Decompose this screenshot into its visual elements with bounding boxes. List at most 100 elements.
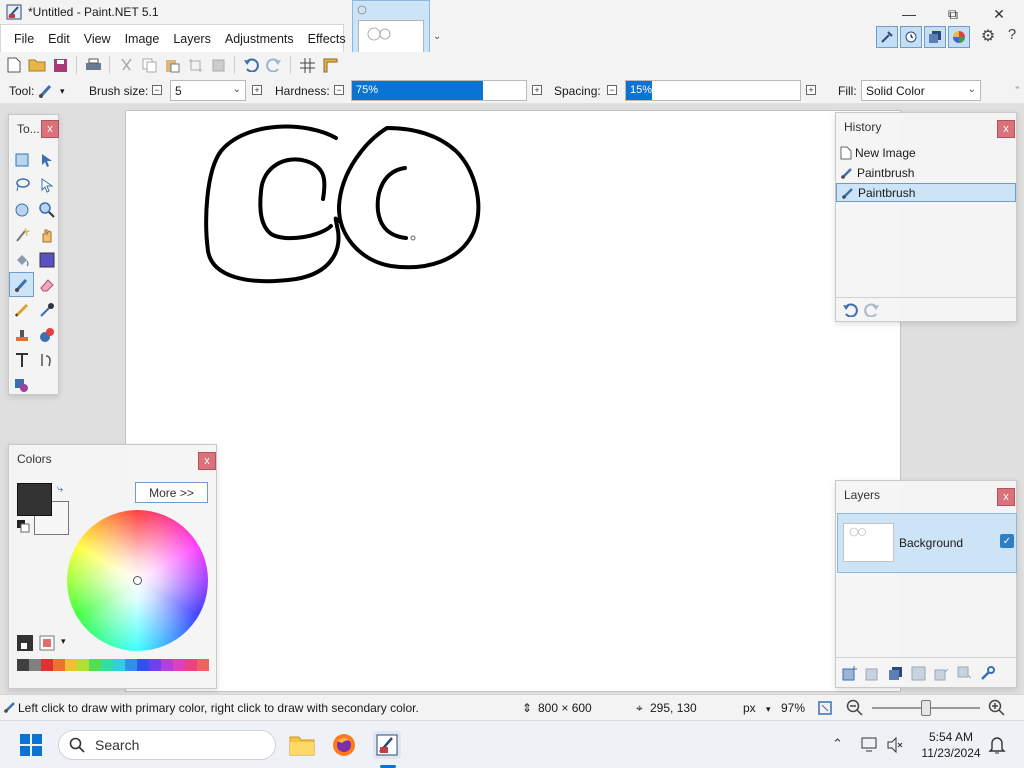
menu-effects[interactable]: Effects	[301, 32, 353, 46]
shapes-icon[interactable]	[9, 372, 34, 397]
menu-edit[interactable]: Edit	[41, 32, 77, 46]
layers-toggle-icon[interactable]	[924, 26, 946, 48]
palette-chevron-down-icon[interactable]: ▾	[61, 636, 66, 647]
reset-colors-icon[interactable]	[17, 520, 30, 533]
help-icon[interactable]: ?	[1002, 26, 1022, 46]
undo-icon[interactable]	[241, 55, 261, 75]
color-picker-icon[interactable]	[34, 297, 59, 322]
windows-start-icon[interactable]	[20, 734, 42, 756]
drawing-canvas[interactable]	[125, 110, 901, 692]
redo-icon[interactable]	[264, 55, 284, 75]
primary-color-swatch[interactable]	[17, 483, 52, 516]
palette-swatch[interactable]	[125, 659, 137, 671]
palette-swatch[interactable]	[89, 659, 101, 671]
paint-bucket-icon[interactable]	[9, 247, 34, 272]
ellipse-select-icon[interactable]	[9, 197, 34, 222]
eraser-icon[interactable]	[34, 272, 59, 297]
palette-swatch[interactable]	[173, 659, 185, 671]
palette-swatch[interactable]	[65, 659, 77, 671]
units-selector[interactable]: px	[743, 701, 756, 715]
history-redo-icon[interactable]	[864, 303, 880, 317]
history-item-new-image[interactable]: New Image	[836, 143, 1016, 162]
color-wheel-handle[interactable]	[133, 576, 142, 585]
text-icon[interactable]	[9, 347, 34, 372]
clone-stamp-icon[interactable]	[9, 322, 34, 347]
copy-icon[interactable]	[139, 55, 159, 75]
palette-swatch[interactable]	[77, 659, 89, 671]
layer-visibility-checkbox[interactable]: ✓	[1000, 534, 1014, 548]
zoom-to-window-icon[interactable]	[817, 700, 833, 716]
layer-row-background[interactable]: Background ✓	[837, 513, 1017, 573]
pencil-icon[interactable]	[9, 297, 34, 322]
move-selected-icon[interactable]	[34, 172, 59, 197]
grid-icon[interactable]	[297, 55, 317, 75]
add-layer-icon[interactable]	[842, 666, 857, 681]
palette-swatch[interactable]	[101, 659, 113, 671]
zoom-icon[interactable]	[34, 197, 59, 222]
merge-layer-down-icon[interactable]	[911, 666, 926, 681]
recolor-icon[interactable]	[34, 322, 59, 347]
menu-view[interactable]: View	[77, 32, 118, 46]
palette-options-icon[interactable]	[17, 635, 33, 651]
add-to-palette-icon[interactable]	[39, 635, 55, 651]
zoom-slider-thumb[interactable]	[921, 700, 931, 716]
zoom-out-icon[interactable]	[846, 699, 864, 717]
file-explorer-icon[interactable]	[288, 731, 316, 759]
history-toggle-icon[interactable]	[900, 26, 922, 48]
more-colors-button[interactable]: More >>	[135, 482, 208, 503]
layer-properties-wrench-icon[interactable]	[980, 666, 995, 681]
history-item-paintbrush-selected[interactable]: Paintbrush	[836, 183, 1016, 202]
paste-icon[interactable]	[162, 55, 182, 75]
brush-size-plus-icon[interactable]: +	[252, 85, 262, 95]
settings-gear-icon[interactable]: ⚙	[978, 26, 998, 46]
lasso-select-icon[interactable]	[9, 172, 34, 197]
history-panel-close-button[interactable]: x	[997, 120, 1015, 138]
rulers-icon[interactable]	[320, 55, 340, 75]
palette-swatch[interactable]	[17, 659, 29, 671]
deselect-icon[interactable]	[208, 55, 228, 75]
save-icon[interactable]	[50, 55, 70, 75]
network-icon[interactable]	[860, 736, 880, 754]
taskbar-clock[interactable]: 5:54 AM 11/23/2024	[916, 729, 986, 761]
current-tool-paintbrush-icon[interactable]	[38, 83, 56, 99]
firefox-icon[interactable]	[330, 731, 358, 759]
history-item-paintbrush[interactable]: Paintbrush	[836, 163, 1016, 182]
tabs-chevron-down-icon[interactable]: ⌄	[433, 31, 441, 42]
swap-colors-icon[interactable]: ⤷	[57, 483, 63, 496]
brush-size-combo[interactable]: 5 ⌄	[170, 80, 246, 101]
paintbrush-tool-icon[interactable]	[9, 272, 34, 297]
move-selection-icon[interactable]	[34, 147, 59, 172]
magic-wand-icon[interactable]	[9, 222, 34, 247]
hardness-slider[interactable]: 75%	[351, 80, 527, 101]
color-wheel[interactable]	[67, 510, 208, 651]
layers-panel-close-button[interactable]: x	[997, 488, 1015, 506]
duplicate-layer-icon[interactable]	[888, 666, 903, 681]
spacing-slider[interactable]: 15%	[625, 80, 801, 101]
hardness-minus-icon[interactable]: −	[334, 85, 344, 95]
palette-swatch[interactable]	[137, 659, 149, 671]
units-chevron-down-icon[interactable]: ▾	[766, 704, 771, 715]
volume-muted-icon[interactable]	[886, 736, 904, 754]
menu-image[interactable]: Image	[118, 32, 167, 46]
palette-swatch[interactable]	[41, 659, 53, 671]
palette-swatch[interactable]	[185, 659, 197, 671]
tray-chevron-up-icon[interactable]: ⌃	[832, 736, 843, 752]
print-icon[interactable]	[83, 55, 103, 75]
palette-swatch[interactable]	[149, 659, 161, 671]
crop-icon[interactable]	[185, 55, 205, 75]
toolbar-overflow-icon[interactable]: ⁼	[1015, 84, 1020, 95]
palette-swatch[interactable]	[53, 659, 65, 671]
menu-file[interactable]: File	[7, 32, 41, 46]
menu-adjustments[interactable]: Adjustments	[218, 32, 301, 46]
zoom-in-icon[interactable]	[988, 699, 1006, 717]
colors-panel-close-button[interactable]: x	[198, 452, 216, 470]
menu-layers[interactable]: Layers	[166, 32, 218, 46]
cut-icon[interactable]	[116, 55, 136, 75]
line-curve-icon[interactable]	[34, 347, 59, 372]
colors-toggle-icon[interactable]	[948, 26, 970, 48]
move-layer-up-icon[interactable]	[934, 666, 949, 681]
palette-swatch[interactable]	[29, 659, 41, 671]
pan-icon[interactable]	[34, 222, 59, 247]
new-file-icon[interactable]	[4, 55, 24, 75]
delete-layer-icon[interactable]	[865, 666, 880, 681]
